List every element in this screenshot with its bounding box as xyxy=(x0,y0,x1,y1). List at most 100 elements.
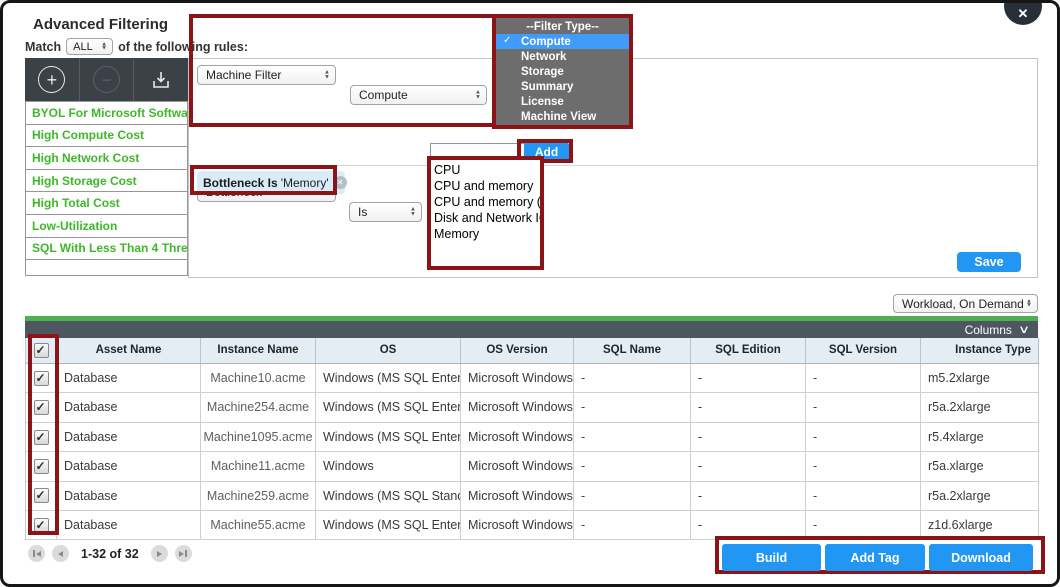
os-version-cell: Microsoft Windows Se xyxy=(461,452,574,481)
download-filter-button[interactable] xyxy=(134,58,188,101)
row-checkbox[interactable] xyxy=(34,518,49,533)
os-cell: Windows (MS SQL Standard xyxy=(316,482,461,511)
download-button[interactable]: Download xyxy=(929,544,1033,571)
suggestion-item[interactable]: Memory xyxy=(431,226,540,242)
asset-name-cell: Database xyxy=(57,511,201,540)
table-row: Database Machine254.acme Windows (MS SQL… xyxy=(25,393,1038,422)
match-bar: Match ALL of the following rules: xyxy=(25,38,248,55)
row-checkbox[interactable] xyxy=(34,430,49,445)
remove-filter-button[interactable]: − xyxy=(80,58,135,101)
select-all-cell[interactable] xyxy=(26,338,57,364)
column-header[interactable]: Instance Name xyxy=(201,338,316,364)
machine-filter-select[interactable]: Machine Filter xyxy=(197,65,336,85)
os-version-cell: Microsoft Windows Se xyxy=(461,393,574,422)
row-checkbox-cell[interactable] xyxy=(26,393,57,422)
plus-circle-icon: + xyxy=(38,66,65,93)
add-tag-button[interactable]: Add Tag xyxy=(825,544,925,571)
suggestion-item[interactable]: CPU and memory xyxy=(431,178,540,194)
saved-filter-item[interactable]: Low-Utilization xyxy=(25,214,188,238)
column-header[interactable]: OS Version xyxy=(461,338,574,364)
machine-filter-select-value: Machine Filter xyxy=(206,68,281,82)
stepper-icon xyxy=(1026,299,1032,308)
menu-item-network[interactable]: Network xyxy=(496,49,629,64)
filter-type-menu: --Filter Type-- Compute Network Storage … xyxy=(496,18,629,125)
sql-version-cell: - xyxy=(806,482,921,511)
saved-filter-item[interactable]: High Compute Cost xyxy=(25,124,188,148)
menu-header: --Filter Type-- xyxy=(496,19,629,34)
instance-type-cell: r5a.xlarge xyxy=(921,452,1039,481)
chevron-down-icon xyxy=(1018,323,1030,336)
row-checkbox-cell[interactable] xyxy=(26,452,57,481)
os-version-cell: Microsoft Windows Se xyxy=(461,482,574,511)
menu-item-machine-view[interactable]: Machine View xyxy=(496,109,629,124)
row-checkbox-cell[interactable] xyxy=(26,423,57,452)
column-header[interactable]: SQL Version xyxy=(806,338,921,364)
menu-item-summary[interactable]: Summary xyxy=(496,79,629,94)
sql-name-cell: - xyxy=(574,452,691,481)
save-filter-button[interactable]: Save xyxy=(957,252,1021,272)
build-button[interactable]: Build xyxy=(722,544,821,571)
suggestion-item[interactable]: CPU and memory (har xyxy=(431,194,540,210)
row-checkbox[interactable] xyxy=(34,488,49,503)
menu-item-label: Storage xyxy=(521,66,564,78)
row-checkbox[interactable] xyxy=(34,371,49,386)
column-header[interactable]: SQL Name xyxy=(574,338,691,364)
sql-edition-cell: - xyxy=(691,452,806,481)
row-checkbox-cell[interactable] xyxy=(26,364,57,393)
row-checkbox-cell[interactable] xyxy=(26,511,57,540)
table-row: Database Machine10.acme Windows (MS SQL … xyxy=(25,364,1038,393)
asset-name-cell: Database xyxy=(57,364,201,393)
pagination-last-button[interactable] xyxy=(175,545,192,562)
columns-bar[interactable]: Columns xyxy=(25,321,1038,338)
instance-name-cell: Machine55.acme xyxy=(201,511,316,540)
pagination-first-button[interactable] xyxy=(28,545,45,562)
close-icon[interactable]: ✕ xyxy=(1004,0,1042,25)
sql-edition-cell: - xyxy=(691,364,806,393)
row-checkbox[interactable] xyxy=(34,459,49,474)
menu-item-compute[interactable]: Compute xyxy=(496,34,629,49)
column-header[interactable]: OS xyxy=(316,338,461,364)
row-checkbox-cell[interactable] xyxy=(26,482,57,511)
saved-filter-empty-row xyxy=(25,259,188,276)
saved-filter-item[interactable]: High Network Cost xyxy=(25,146,188,170)
column-header[interactable]: SQL Edition xyxy=(691,338,806,364)
checkmark-icon xyxy=(503,35,511,46)
pagination-label: 1-32 of 32 xyxy=(81,547,139,561)
workload-select-value: Workload, On Demand xyxy=(902,297,1024,311)
sql-name-cell: - xyxy=(574,511,691,540)
saved-filter-item[interactable]: High Storage Cost xyxy=(25,169,188,193)
workload-select[interactable]: Workload, On Demand xyxy=(893,294,1038,313)
pagination-next-button[interactable] xyxy=(151,545,168,562)
instance-type-cell: r5a.2xlarge xyxy=(921,482,1039,511)
suggestion-item[interactable]: Disk and Network IO xyxy=(431,210,540,226)
add-filter-button[interactable]: + xyxy=(25,58,80,101)
saved-filter-item[interactable]: BYOL For Microsoft Software xyxy=(25,101,188,125)
asset-name-cell: Database xyxy=(57,452,201,481)
menu-item-license[interactable]: License xyxy=(496,94,629,109)
menu-item-label: License xyxy=(521,96,564,108)
instance-name-cell: Machine254.acme xyxy=(201,393,316,422)
results-table: Columns Asset Name Instance Name OS OS V… xyxy=(25,316,1038,540)
instance-type-cell: r5a.2xlarge xyxy=(921,393,1039,422)
rule-tag-field: Bottleneck Is xyxy=(203,176,278,190)
select-all-checkbox[interactable] xyxy=(34,343,49,358)
sql-name-cell: - xyxy=(574,393,691,422)
tag-close-icon[interactable] xyxy=(334,176,347,189)
rule-operator-select[interactable]: Is xyxy=(349,202,422,222)
column-header[interactable]: Instance Type xyxy=(921,338,1039,364)
filter-category-select[interactable]: Compute xyxy=(350,85,487,105)
column-header[interactable]: Asset Name xyxy=(57,338,201,364)
menu-item-storage[interactable]: Storage xyxy=(496,64,629,79)
match-select[interactable]: ALL xyxy=(66,38,113,55)
row-checkbox[interactable] xyxy=(34,400,49,415)
instance-type-cell: z1d.6xlarge xyxy=(921,511,1039,540)
pagination: 1-32 of 32 xyxy=(28,545,192,562)
stepper-icon xyxy=(101,42,107,51)
saved-filter-item[interactable]: High Total Cost xyxy=(25,191,188,215)
columns-label: Columns xyxy=(965,323,1012,337)
sql-edition-cell: - xyxy=(691,482,806,511)
saved-filter-item[interactable]: SQL With Less Than 4 Threa... xyxy=(25,237,188,261)
pagination-prev-button[interactable] xyxy=(52,545,69,562)
suggestion-item[interactable]: CPU xyxy=(431,162,540,178)
match-select-value: ALL xyxy=(73,41,93,53)
